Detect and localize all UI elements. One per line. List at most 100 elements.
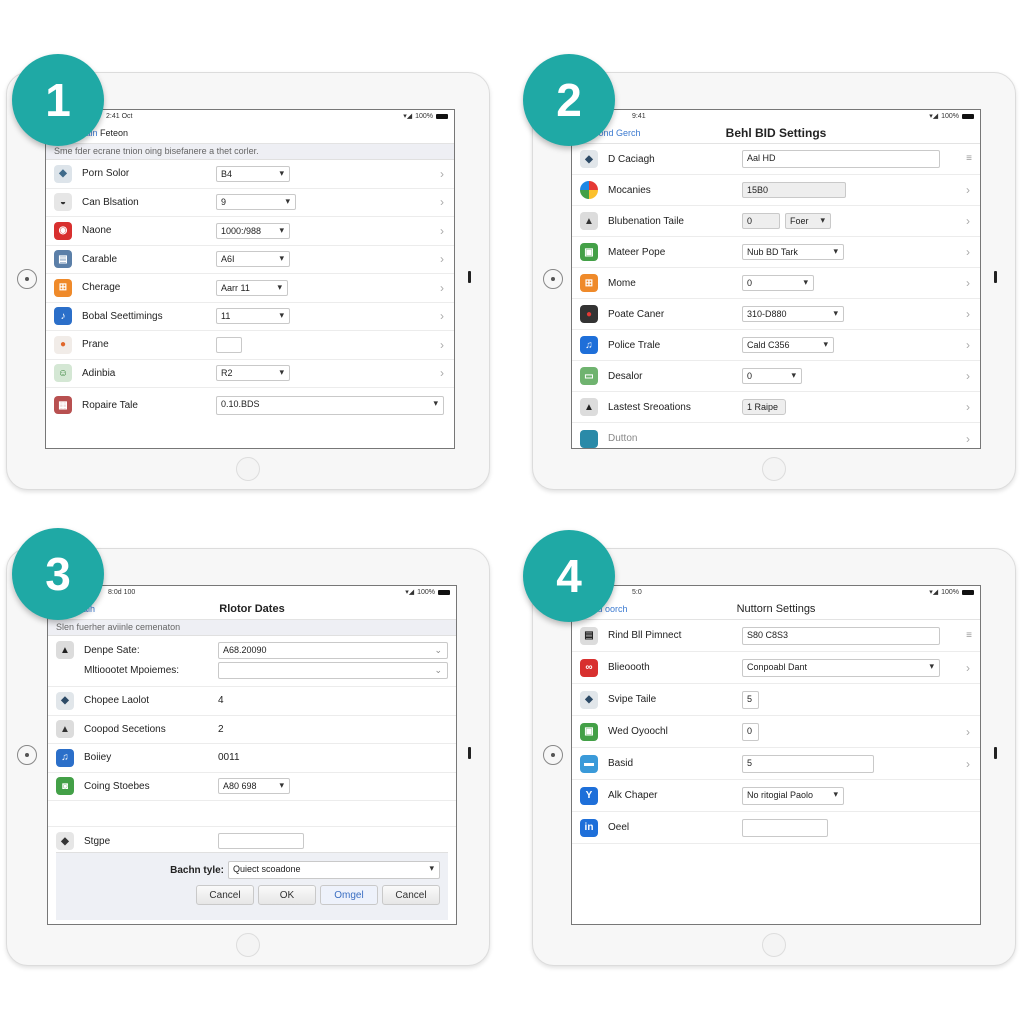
chevron-right-icon: › [440, 280, 444, 295]
settings-row[interactable]: ☺ Adinbia R2 › [46, 360, 454, 388]
settings-row[interactable]: ♪ Bobal Seettimings 11 › [46, 303, 454, 331]
row-dropdown[interactable]: Nub BD Tark [742, 244, 844, 260]
drag-handle-icon[interactable]: ≡ [966, 154, 972, 164]
battery-icon [436, 113, 448, 119]
row-label: Oeel [608, 822, 630, 833]
home-button[interactable] [236, 457, 260, 481]
settings-row[interactable]: Y Alk Chaper No ritogial Paolo [572, 780, 980, 812]
tablet-4: 5:0 ▾◢ 100% Sited oorch Nuttorn Settings … [532, 548, 1016, 966]
row-text-input[interactable] [218, 833, 304, 850]
row-dropdown[interactable]: 0 [742, 275, 814, 291]
compass-icon: ◆ [580, 690, 598, 709]
row-text-input[interactable]: 5 [742, 754, 874, 773]
row-dropdown[interactable]: Foer [785, 213, 831, 229]
settings-row: ◆ Chopee Laolot 4 [48, 687, 456, 716]
row-value-field[interactable]: 15B0 [742, 182, 846, 198]
chevron-right-icon: › [966, 660, 970, 675]
row-dropdown[interactable]: Cald C356 [742, 337, 834, 353]
side-button [468, 747, 471, 759]
chevron-right-icon: › [440, 252, 444, 267]
settings-row[interactable]: ◉ Naone 1000:/988 › [46, 217, 454, 246]
ok-button[interactable]: OK [258, 885, 316, 905]
row-dropdown[interactable]: Conpoabl Dant [742, 658, 940, 677]
settings-row[interactable]: ◆ Porn Solor B4 › [46, 160, 454, 189]
headphones-icon: ♫ [56, 748, 74, 767]
settings-row[interactable]: ⊞ Cherage Aarr 11 › [46, 274, 454, 303]
cancel-button-secondary[interactable]: Cancel [382, 885, 440, 905]
settings-row[interactable]: ● Prane › [46, 331, 454, 360]
milestone-combo[interactable] [218, 661, 448, 679]
settings-row[interactable]: ♫ Police Trale Cald C356 › [572, 330, 980, 361]
settings-row[interactable]: ▲ Lastest Sreoations 1 Raipe › [572, 392, 980, 423]
settings-row[interactable]: ∞ Blieoooth Conpoabl Dant › [572, 652, 980, 684]
row-number-input[interactable]: 0 [742, 722, 759, 741]
row-dropdown[interactable]: A80 698 [218, 778, 290, 795]
row-button[interactable]: 1 Raipe [742, 399, 786, 415]
row-label: Stgpe [84, 835, 111, 847]
cancel-button[interactable]: Cancel [196, 885, 254, 905]
settings-row[interactable]: Mltioootet Mpoiemes: ⌄ [48, 660, 456, 680]
row-label: Mltioootet Mpoiemes: [84, 664, 180, 676]
settings-row[interactable]: ▲ Blubenation Taile 0 Foer › [572, 206, 980, 237]
change-button[interactable]: Omgel [320, 885, 378, 905]
row-dropdown[interactable]: A6I [216, 251, 290, 268]
row-text-input[interactable] [742, 818, 828, 837]
row-dropdown[interactable]: 310-D880 [742, 306, 844, 322]
settings-row[interactable]: ▭ Desalor 0 › [572, 361, 980, 392]
settings-row[interactable]: ◆ D Caciagh Aal HD ≡ [572, 144, 980, 175]
settings-row[interactable]: ▲ Denpe Sate: A68.20090 ⌄ [48, 640, 456, 660]
row-label: Dutton [608, 433, 638, 444]
chevron-down-icon[interactable]: ⌄ [434, 665, 442, 676]
home-button[interactable] [762, 933, 786, 957]
home-button[interactable] [236, 933, 260, 957]
row-text-input[interactable]: Aal HD [742, 150, 940, 168]
status-time: 8:0d 100 [108, 588, 136, 596]
row-dropdown[interactable]: 0.10.BDS [216, 395, 444, 415]
grid-orange-icon: ⊞ [54, 278, 72, 297]
settings-row: ♫ Boiiey 0011 [48, 744, 456, 773]
settings-row[interactable]: ⊞ Mome 0 › [572, 268, 980, 299]
settings-row[interactable]: Dutton › [572, 423, 980, 448]
row-dropdown[interactable]: B4 [216, 165, 290, 182]
drag-handle-icon[interactable]: ≡ [966, 630, 972, 640]
settings-row[interactable]: in Oeel [572, 812, 980, 844]
page-title: Nuttorn Settings [736, 602, 816, 615]
settings-row[interactable]: ● Poate Caner 310-D880 › [572, 299, 980, 330]
row-value-field[interactable]: 0 [742, 213, 780, 229]
row-dropdown[interactable]: 11 [216, 308, 290, 325]
section-hint: Slen fuerher aviinle cemenaton [48, 620, 456, 636]
side-button [994, 271, 997, 283]
settings-row[interactable]: ▤ Rind Bll Pimnect S80 C8S3 ≡ [572, 620, 980, 652]
settings-row[interactable]: ◆ Svipe Taile 5 [572, 684, 980, 716]
settings-row[interactable]: Mocanies 15B0 › [572, 175, 980, 206]
batch-style-select[interactable]: Quiect scoadone [228, 861, 440, 879]
settings-row[interactable]: ▦ Ropaire Tale 0.10.BDS [46, 388, 454, 422]
screen: 2:41 Oct ▾◢100% Rreanoain Feteon Sme fde… [45, 109, 455, 449]
page-title: Rlotor Dates [219, 602, 285, 615]
settings-row[interactable]: ◒ Can Blsation 9 › [46, 189, 454, 217]
row-dropdown[interactable]: 1000:/988 [216, 222, 290, 239]
settings-row[interactable]: ▤ Carable A6I › [46, 246, 454, 274]
chevron-down-icon[interactable]: ⌄ [434, 645, 442, 656]
flame-icon: ● [54, 335, 72, 354]
date-combo[interactable]: A68.20090 [218, 641, 448, 659]
chevron-right-icon: › [966, 756, 970, 771]
settings-row[interactable]: ▬ Basid 5 › [572, 748, 980, 780]
row-dropdown[interactable]: Aarr 11 [216, 279, 288, 296]
row-label: Coopod Secetions [84, 723, 166, 735]
row-dropdown[interactable]: No ritogial Paolo [742, 786, 844, 805]
settings-row[interactable]: ◙ Coing Stoebes A80 698 [48, 773, 456, 801]
settings-row[interactable]: ▣ Wed Oyoochl 0 › [572, 716, 980, 748]
row-text-input[interactable]: S80 C8S3 [742, 626, 940, 645]
row-label: Mocanies [608, 184, 651, 196]
row-text-input[interactable] [216, 336, 242, 353]
settings-row[interactable]: ▣ Mateer Pope Nub BD Tark › [572, 237, 980, 268]
chevron-right-icon: › [966, 724, 970, 739]
row-label: Coing Stoebes [84, 780, 150, 792]
row-dropdown[interactable]: 0 [742, 368, 802, 384]
green-app-icon: ☺ [54, 364, 72, 383]
row-dropdown[interactable]: 9 [216, 194, 296, 211]
row-number-input[interactable]: 5 [742, 690, 759, 709]
home-button[interactable] [762, 457, 786, 481]
row-dropdown[interactable]: R2 [216, 365, 290, 382]
